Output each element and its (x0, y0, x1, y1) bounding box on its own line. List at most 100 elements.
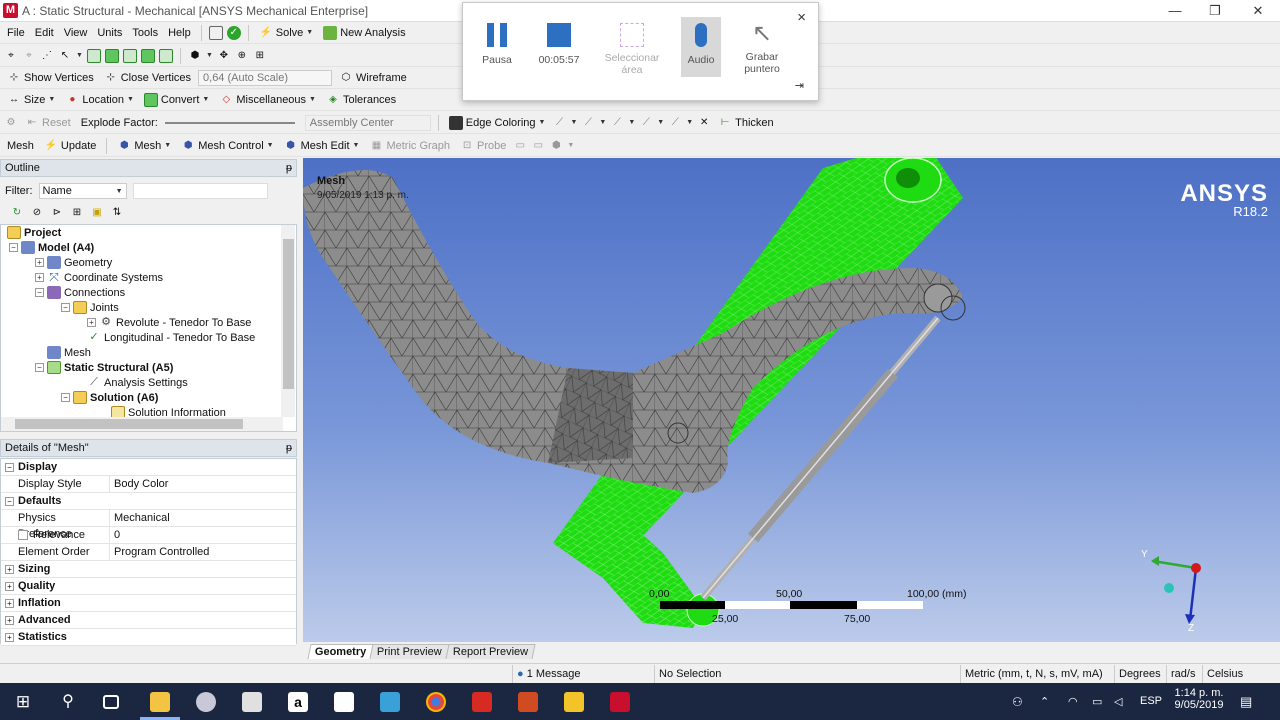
expand-node-icon[interactable]: + (35, 258, 44, 267)
collapse-node-icon[interactable]: − (9, 243, 18, 252)
menu-file[interactable]: File (4, 27, 28, 39)
tree-node-analysis-settings[interactable]: ⟋ Analysis Settings (87, 375, 188, 390)
close-icon[interactable]: ✕ (1243, 2, 1273, 20)
edge-style-2-icon[interactable]: ⟋ (581, 116, 595, 130)
select-edge-icon[interactable]: ⋰ (40, 49, 54, 63)
task-view-icon[interactable] (103, 695, 119, 709)
tree-node-project[interactable]: Project (7, 225, 61, 240)
details-group-display[interactable]: − Display (1, 459, 296, 476)
rotate-view-icon[interactable]: ⬢ (188, 49, 202, 63)
mesh-button[interactable]: ⬢ Mesh ▼ (114, 139, 174, 153)
edge-style-4-icon[interactable]: ⟋ (639, 116, 653, 130)
edge-style-1-icon[interactable]: ⟋ (552, 116, 566, 130)
file-explorer-icon[interactable] (150, 692, 170, 712)
convert-button[interactable]: Convert ▼ (141, 92, 212, 107)
thicken-button[interactable]: ⊢ Thicken (715, 116, 777, 130)
recorder-pin-icon[interactable]: ⇥ (795, 79, 804, 92)
select-mode-icon[interactable]: ⌖ (4, 49, 18, 63)
relevance-checkbox[interactable] (18, 530, 28, 540)
collapse-node-icon[interactable]: − (61, 393, 70, 402)
folder-icon[interactable]: ▣ (90, 206, 104, 220)
expand-all-icon[interactable]: ⊞ (70, 206, 84, 220)
select-vertex-icon[interactable] (86, 48, 101, 63)
edge-style-3-icon[interactable]: ⟋ (610, 116, 624, 130)
details-group-quality[interactable]: + Quality (1, 578, 296, 595)
cursor-icon[interactable]: ↖ (58, 49, 72, 63)
select-face-icon[interactable] (122, 48, 137, 63)
store-icon[interactable] (242, 692, 262, 712)
explode-slider[interactable] (164, 121, 295, 124)
scale-combo[interactable]: 0,64 (Auto Scale) (198, 69, 333, 86)
expand-group-icon[interactable]: + (5, 565, 14, 574)
restore-icon[interactable]: ❐ (1200, 2, 1230, 20)
show-vertices-button[interactable]: ⊹ Show Vertices (4, 71, 97, 85)
tree-node-solution[interactable]: − Solution (A6) (61, 390, 158, 405)
pan-icon[interactable]: ✥ (217, 49, 231, 63)
filter-input[interactable] (132, 183, 268, 199)
wifi-icon[interactable]: ◠ (1068, 695, 1078, 708)
details-group-sizing[interactable]: + Sizing (1, 561, 296, 578)
record-pointer-button[interactable]: ↖ Grabar puntero (735, 17, 789, 76)
expand-node-icon[interactable]: + (87, 318, 96, 327)
zoom-box-icon[interactable]: ⊞ (253, 49, 267, 63)
expand-tree-icon[interactable]: ⊳ (50, 206, 64, 220)
notifications-icon[interactable]: ▤ (1240, 694, 1252, 710)
degrees-status[interactable]: Degrees (1114, 665, 1166, 683)
tree-horizontal-scrollbar[interactable] (1, 417, 283, 431)
tree-node-geometry[interactable]: + Geometry (35, 255, 112, 270)
app-icon[interactable] (196, 692, 216, 712)
tree-node-coordinate-systems[interactable]: + ⤧ Coordinate Systems (35, 270, 163, 285)
tolerances-button[interactable]: ◈ Tolerances (323, 93, 399, 107)
worksheet-icon[interactable] (208, 25, 223, 40)
collapse-icon[interactable]: ⊘ (30, 206, 44, 220)
menu-view[interactable]: View (61, 27, 91, 39)
miscellaneous-button[interactable]: ◇ Miscellaneous ▼ (216, 93, 319, 107)
display-3-icon[interactable]: ⬢ (549, 139, 563, 153)
collapse-node-icon[interactable]: − (35, 288, 44, 297)
details-row[interactable]: Relevance 0 (1, 527, 296, 544)
tab-geometry[interactable]: Geometry (307, 644, 374, 659)
tree-node-model[interactable]: − Model (A4) (9, 240, 94, 255)
tree-node-longitudinal[interactable]: ✓ Longitudinal - Tenedor To Base (87, 330, 255, 345)
tree-node-connections[interactable]: − Connections (35, 285, 125, 300)
details-row[interactable]: Element Order Program Controlled (1, 544, 296, 561)
explode-icon[interactable]: ⚙ (4, 116, 18, 130)
scroll-thumb[interactable] (283, 239, 294, 389)
edge-coloring-button[interactable]: Edge Coloring ▼ (446, 115, 549, 130)
clock[interactable]: 1:14 p. m. 9/05/2019 (1172, 687, 1226, 711)
edge-direction-icon[interactable]: ✕ (697, 116, 711, 130)
details-group-advanced[interactable]: + Advanced (1, 612, 296, 629)
reset-button[interactable]: ⇤ Reset (22, 116, 74, 130)
expand-group-icon[interactable]: + (5, 633, 14, 642)
display-2-icon[interactable]: ▭ (531, 139, 545, 153)
zoom-icon[interactable]: ⊕ (235, 49, 249, 63)
details-row[interactable]: Physics Preference Mechanical (1, 510, 296, 540)
details-group-statistics[interactable]: + Statistics (1, 629, 296, 646)
people-icon[interactable]: ⚇ (1012, 695, 1023, 709)
collapse-node-icon[interactable]: − (35, 363, 44, 372)
tab-report-preview[interactable]: Report Preview (445, 644, 536, 659)
battery-icon[interactable]: ▭ (1092, 695, 1102, 708)
collapse-node-icon[interactable]: − (61, 303, 70, 312)
volume-icon[interactable]: ◁ (1114, 695, 1122, 708)
ansys-workbench-icon[interactable] (564, 692, 584, 712)
probe-button[interactable]: ⊡ Probe (457, 139, 509, 153)
windows-start-icon[interactable]: ⊞ (13, 692, 33, 712)
refresh-icon[interactable]: ↻ (10, 206, 24, 220)
location-button[interactable]: ● Location ▼ (62, 93, 137, 107)
select-point-icon[interactable]: ⌖ (22, 49, 36, 63)
select-edge-box-icon[interactable] (104, 48, 119, 63)
minimize-icon[interactable]: — (1160, 2, 1190, 20)
rads-status[interactable]: rad/s (1166, 665, 1202, 683)
mail-icon[interactable] (334, 692, 354, 712)
collapse-group-icon[interactable]: − (5, 463, 14, 472)
graphics-viewport[interactable]: Mesh 9/05/2019 1:13 p. m. ANSYS R18.2 0,… (303, 158, 1280, 642)
audio-button[interactable]: Audio (681, 17, 721, 77)
details-row[interactable]: Display Style Body Color (1, 476, 296, 493)
scroll-thumb[interactable] (15, 419, 243, 429)
expand-group-icon[interactable]: + (5, 599, 14, 608)
pin-icon[interactable]: ᵽ (286, 160, 292, 176)
menu-units[interactable]: Units (94, 27, 125, 39)
collapse-group-icon[interactable]: − (5, 497, 14, 506)
details-group-inflation[interactable]: + Inflation (1, 595, 296, 612)
